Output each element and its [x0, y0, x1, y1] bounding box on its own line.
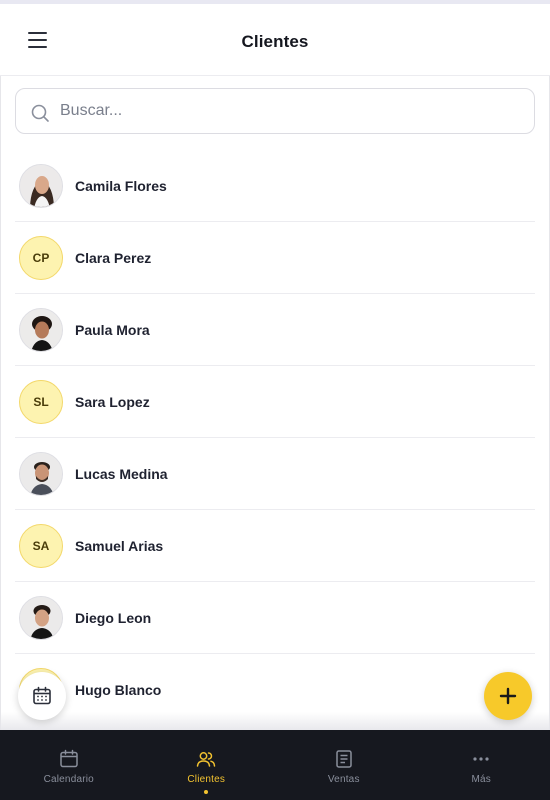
- client-row[interactable]: Diego Leon: [15, 582, 535, 654]
- add-client-button[interactable]: [484, 672, 532, 720]
- client-avatar-photo: [19, 452, 63, 496]
- client-name: Diego Leon: [75, 610, 152, 626]
- client-name: Sara Lopez: [75, 394, 150, 410]
- active-indicator-dot: [204, 790, 209, 794]
- more-dots-icon: [473, 757, 489, 761]
- calendar-fab-button[interactable]: [18, 672, 66, 720]
- nav-item-mas[interactable]: Más: [413, 730, 550, 800]
- nav-item-clientes[interactable]: Clientes: [138, 730, 276, 800]
- search-bar[interactable]: [15, 88, 535, 134]
- calendar-icon: [60, 749, 78, 768]
- app-header: Clientes: [0, 4, 550, 76]
- search-icon: [31, 104, 49, 122]
- client-name: Clara Perez: [75, 250, 152, 266]
- client-name: Hugo Blanco: [75, 682, 162, 698]
- client-avatar-initials: CP: [19, 236, 63, 280]
- client-avatar-initials: SL: [19, 380, 63, 424]
- nav-label: Calendario: [43, 774, 94, 785]
- client-name: Paula Mora: [75, 322, 150, 338]
- client-row[interactable]: SA Samuel Arias: [15, 510, 535, 582]
- users-icon: [197, 752, 216, 767]
- client-row[interactable]: CP Clara Perez: [15, 222, 535, 294]
- nav-item-calendario[interactable]: Calendario: [0, 730, 138, 800]
- page-title: Clientes: [241, 32, 309, 51]
- client-list: Camila Flores CP Clara Perez Paula Mora …: [15, 150, 535, 726]
- nav-label: Ventas: [327, 774, 360, 785]
- client-row[interactable]: Lucas Medina: [15, 438, 535, 510]
- plus-icon: [499, 687, 517, 705]
- receipt-icon: [336, 750, 352, 768]
- calendar-icon: [33, 686, 51, 705]
- client-name: Lucas Medina: [75, 466, 168, 482]
- client-name: Samuel Arias: [75, 538, 164, 554]
- client-avatar-photo: [19, 164, 63, 208]
- nav-label: Más: [471, 774, 491, 785]
- client-row[interactable]: Camila Flores: [15, 150, 535, 222]
- scroll-fade: [0, 712, 550, 730]
- nav-item-ventas[interactable]: Ventas: [275, 730, 413, 800]
- client-name: Camila Flores: [75, 178, 167, 194]
- nav-label: Clientes: [187, 774, 226, 785]
- search-input[interactable]: [60, 89, 520, 133]
- client-avatar-initials: SA: [19, 524, 63, 568]
- client-avatar-photo: [19, 308, 63, 352]
- bottom-navigation: Calendario Clientes Ventas Más: [0, 730, 550, 800]
- client-row[interactable]: Paula Mora: [15, 294, 535, 366]
- client-avatar-photo: [19, 596, 63, 640]
- client-row[interactable]: SL Sara Lopez: [15, 366, 535, 438]
